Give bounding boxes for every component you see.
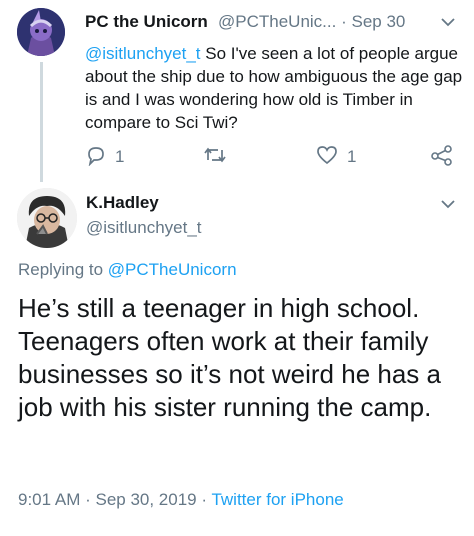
reply-count: 1	[115, 147, 125, 166]
meta-separator: ·	[341, 12, 347, 31]
like-icon	[315, 144, 339, 171]
chevron-down-icon[interactable]	[440, 14, 456, 35]
tweet-time[interactable]: 9:01 AM	[18, 490, 80, 509]
reply-action[interactable]: 1	[85, 144, 124, 170]
retweet-action[interactable]	[203, 144, 227, 170]
parent-action-bar: 1 1	[85, 144, 465, 170]
parent-date[interactable]: Sep 30	[352, 12, 406, 31]
share-action[interactable]	[430, 144, 454, 170]
share-icon	[430, 144, 454, 171]
like-action[interactable]: 1	[315, 144, 356, 170]
tweet-source-link[interactable]: Twitter for iPhone	[211, 490, 343, 509]
main-display-name[interactable]: K.Hadley	[86, 193, 159, 213]
retweet-icon	[203, 144, 227, 171]
avatar-k-hadley[interactable]	[17, 188, 77, 248]
chevron-down-icon[interactable]	[440, 196, 456, 217]
parent-tweet-text: @isitlunchyet_t So I've seen a lot of pe…	[85, 42, 465, 134]
main-handle[interactable]: @isitlunchyet_t	[86, 218, 202, 238]
reply-mention-link[interactable]: @isitlunchyet_t	[85, 44, 201, 63]
avatar-pc-the-unicorn[interactable]	[17, 8, 65, 56]
parent-display-name[interactable]: PC the Unicorn	[85, 12, 208, 32]
thread-connector-line	[40, 62, 43, 182]
replying-prefix: Replying to	[18, 260, 108, 279]
main-tweet-text: He’s still a teenager in high school. Te…	[18, 293, 441, 422]
footer-separator: ·	[196, 490, 212, 509]
tweet-footer: 9:01 AM · Sep 30, 2019 · Twitter for iPh…	[18, 490, 344, 510]
parent-handle[interactable]: @PCTheUnic...	[218, 12, 336, 31]
replying-to-line: Replying to @PCTheUnicorn	[18, 260, 237, 280]
reply-icon	[85, 144, 107, 171]
tweet-date[interactable]: Sep 30, 2019	[95, 490, 196, 509]
replying-to-link[interactable]: @PCTheUnicorn	[108, 260, 237, 279]
like-count: 1	[347, 147, 357, 166]
parent-meta: @PCTheUnic... · Sep 30	[218, 12, 405, 32]
footer-separator: ·	[80, 490, 96, 509]
